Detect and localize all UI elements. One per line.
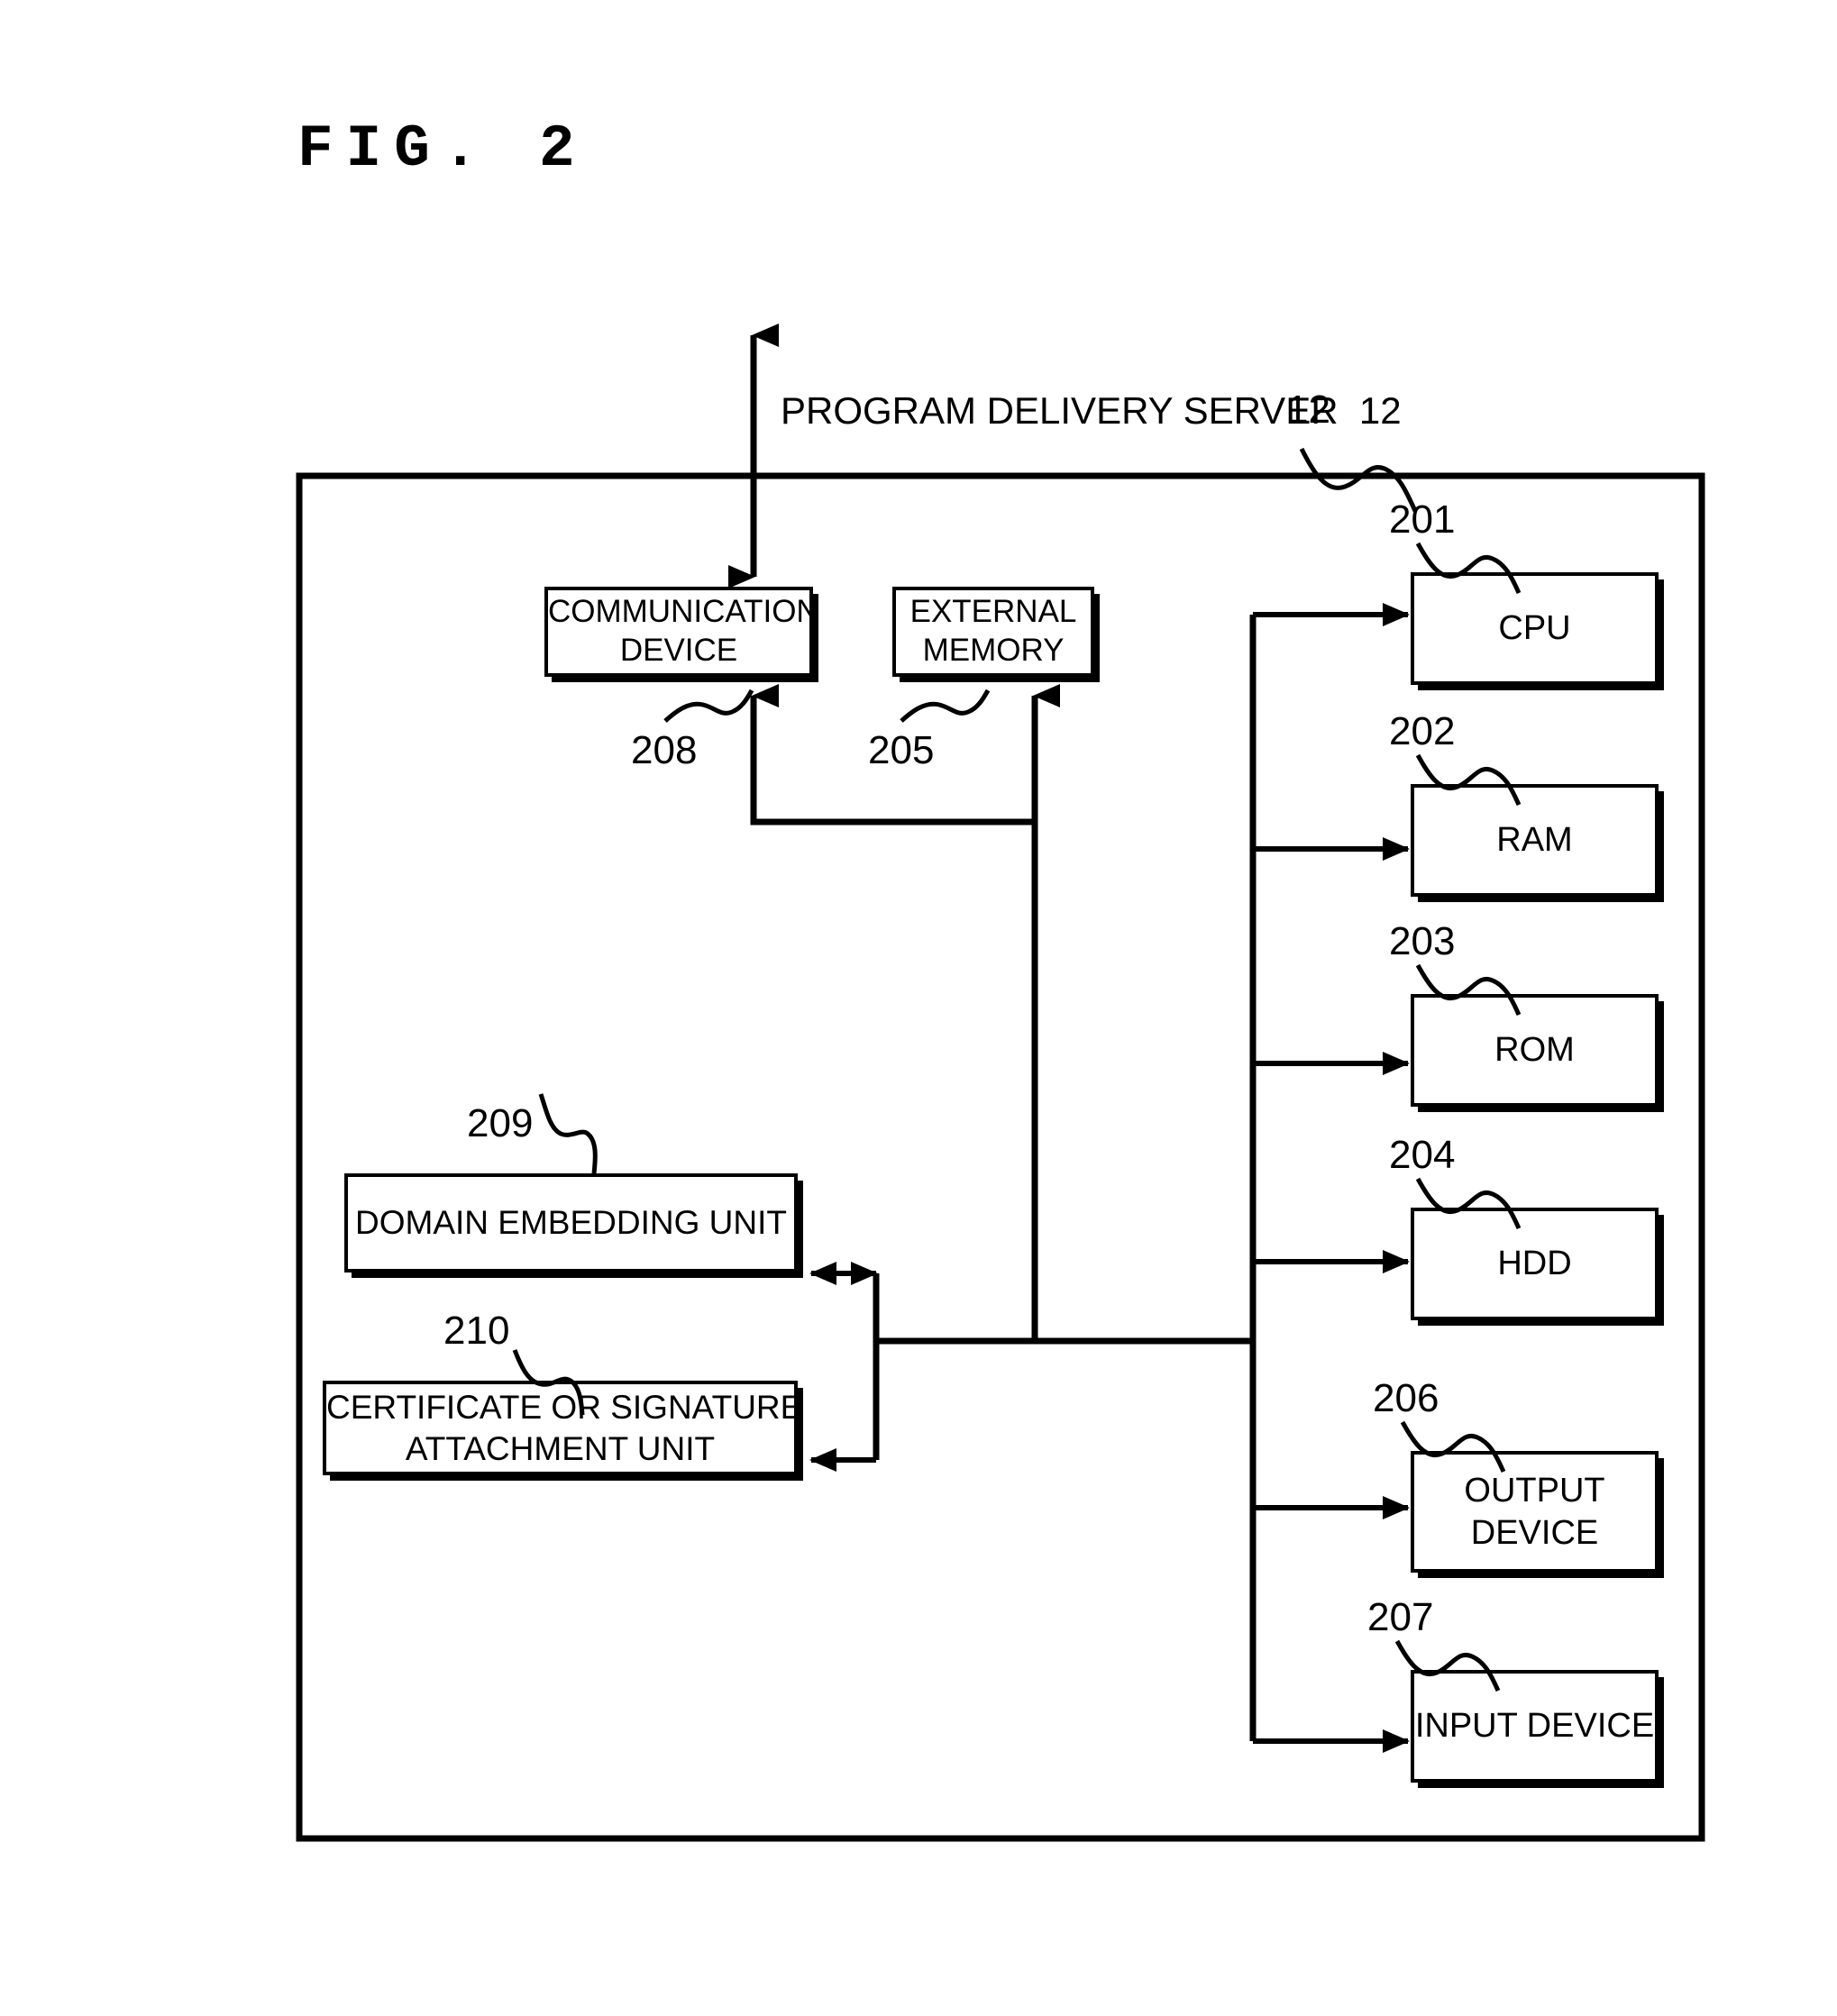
reference-number-208: 208 [631, 728, 698, 772]
reference-number-202: 202 [1389, 709, 1456, 753]
block-domain-embedding-unit-label: DOMAIN EMBEDDING UNIT [355, 1204, 787, 1242]
block-domain-embedding-unit: DOMAIN EMBEDDING UNIT [344, 1173, 798, 1273]
block-output-device-line2: DEVICE [1470, 1513, 1599, 1552]
figure-page: FIG. 2 PROGRAM DELIVERY SERVER 12 COMMUN… [0, 0, 1837, 2016]
reference-number-205: 205 [868, 728, 935, 772]
block-communication-device: COMMUNICATION DEVICE [544, 587, 819, 677]
block-rom-label: ROM [1494, 1031, 1575, 1070]
block-output-device: OUTPUT DEVICE [1411, 1451, 1659, 1573]
reference-number-12: 12 [1286, 388, 1330, 432]
block-cpu: CPU [1411, 572, 1659, 685]
block-external-memory-line1: EXTERNAL [909, 594, 1077, 630]
block-ram-label: RAM [1496, 821, 1573, 860]
reference-number-209: 209 [467, 1101, 534, 1145]
block-input-device: INPUT DEVICE [1411, 1670, 1659, 1783]
reference-number-207: 207 [1367, 1595, 1434, 1639]
reference-number-203: 203 [1389, 919, 1456, 963]
block-external-memory: EXTERNAL MEMORY [892, 587, 1094, 677]
block-certificate-unit-line1: CERTIFICATE OR SIGNATURE [326, 1389, 803, 1427]
reference-number-204: 204 [1389, 1133, 1456, 1177]
block-rom: ROM [1411, 994, 1659, 1107]
block-input-device-label: INPUT DEVICE [1414, 1707, 1655, 1746]
reference-number-201: 201 [1389, 497, 1456, 542]
block-certificate-unit-line2: ATTACHMENT UNIT [405, 1429, 716, 1467]
block-ram: RAM [1411, 784, 1659, 897]
reference-number-210: 210 [443, 1309, 510, 1353]
block-hdd-label: HDD [1497, 1245, 1572, 1283]
block-communication-device-line1: COMMUNICATION [548, 594, 819, 630]
block-cpu-label: CPU [1498, 609, 1571, 648]
reference-number-206: 206 [1373, 1376, 1439, 1420]
block-output-device-line1: OUTPUT [1464, 1472, 1605, 1510]
block-hdd: HDD [1411, 1208, 1659, 1320]
block-external-memory-line2: MEMORY [922, 633, 1065, 668]
block-certificate-signature-attachment-unit: CERTIFICATE OR SIGNATURE ATTACHMENT UNIT [323, 1381, 802, 1475]
block-communication-device-line2: DEVICE [619, 633, 738, 668]
